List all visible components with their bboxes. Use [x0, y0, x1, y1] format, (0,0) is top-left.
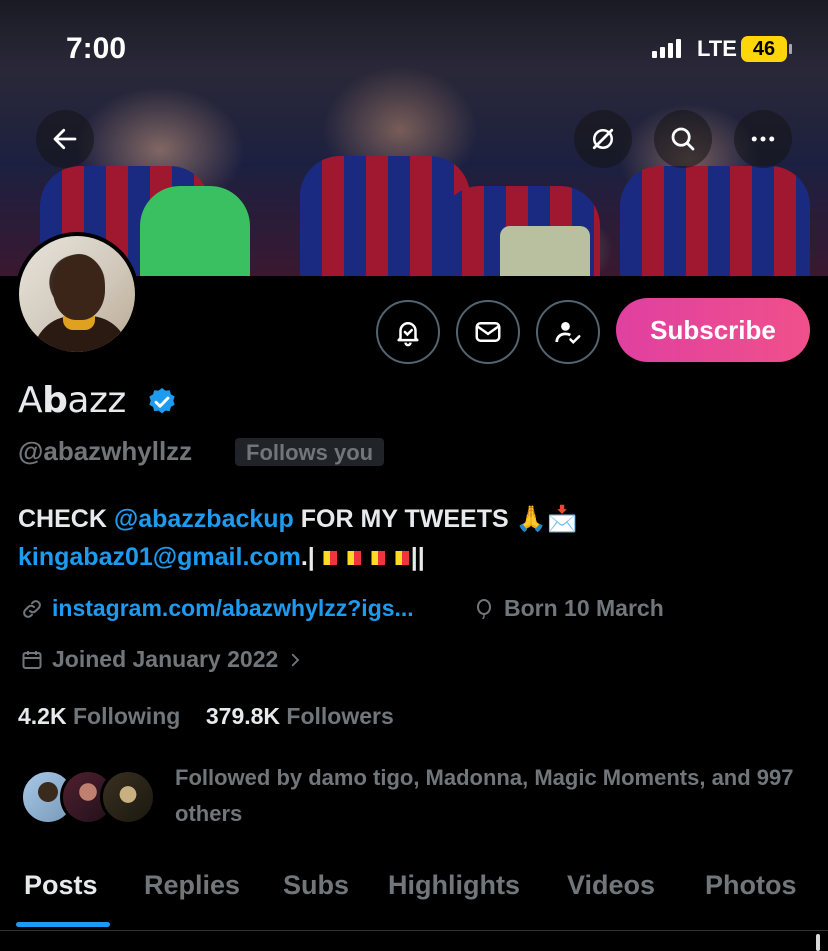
bio-email-link[interactable]: kingabaz01@gmail.com [18, 543, 301, 571]
balloon-icon [477, 598, 491, 619]
followed-by-text[interactable]: Followed by damo tigo, Madonna, Magic Mo… [175, 760, 805, 832]
tab-subs[interactable]: Subs [283, 870, 349, 901]
more-button[interactable] [734, 110, 792, 168]
profile-website[interactable]: instagram.com/abazwhylzz?igs... [20, 595, 414, 622]
bio-mention-link[interactable]: @abazzbackup [114, 505, 294, 533]
calendar-icon [22, 650, 42, 669]
grok-button[interactable] [574, 110, 632, 168]
person-check-icon [555, 322, 581, 345]
battery-icon: 46 [741, 36, 792, 62]
follows-you-badge: Follows you [235, 438, 385, 466]
tab-replies[interactable]: Replies [144, 870, 240, 901]
avatar[interactable] [15, 232, 139, 356]
follower-avatar[interactable] [100, 769, 156, 825]
bell-check-icon [397, 322, 419, 347]
belgium-flag-icon [388, 551, 409, 566]
chevron-right-icon [292, 653, 300, 666]
link-icon [23, 599, 41, 618]
verified-badge-icon[interactable] [146, 386, 178, 418]
tab-posts[interactable]: Posts [24, 870, 98, 901]
message-button[interactable] [456, 300, 520, 364]
status-bar: 7:00 LTE 46 [0, 30, 828, 70]
profile-bio: CHECK @abazzbackup FOR MY TWEETS 🙏📩 kinga… [18, 505, 578, 571]
profile-joined[interactable]: Joined January 2022 [20, 646, 304, 673]
scrollbar[interactable] [816, 934, 820, 951]
following-button[interactable] [536, 300, 600, 364]
joined-text: Joined January 2022 [52, 646, 279, 672]
active-tab-indicator [16, 922, 110, 927]
username-handle: @abazwhyllzz [18, 436, 193, 466]
network-label: LTE [697, 36, 737, 61]
signal-icon [652, 38, 681, 58]
tab-videos[interactable]: Videos [567, 870, 655, 901]
grok-icon [592, 128, 614, 150]
back-arrow-icon [53, 128, 77, 150]
followers-stat[interactable]: 379.8K Followers [206, 703, 394, 729]
more-dots-icon [751, 136, 775, 142]
subscribe-button[interactable]: Subscribe [616, 298, 810, 362]
follow-stats: 4.2K Following 379.8K Followers [18, 703, 394, 730]
display-name: Abazz [18, 380, 126, 421]
search-icon [671, 127, 695, 151]
back-button[interactable] [36, 110, 94, 168]
belgium-flag-icon [340, 551, 361, 566]
belgium-flag-icon [316, 551, 337, 566]
website-link[interactable]: instagram.com/abazwhylzz?igs... [52, 595, 414, 622]
tab-highlights[interactable]: Highlights [388, 870, 520, 901]
envelope-icon [475, 322, 501, 342]
search-button[interactable] [654, 110, 712, 168]
birthday-text: Born 10 March [504, 595, 664, 621]
notifications-button[interactable] [376, 300, 440, 364]
belgium-flag-icon [364, 551, 385, 566]
divider [0, 930, 828, 931]
profile-tabs: Posts Replies Subs Highlights Videos Pho… [0, 862, 828, 932]
profile-banner[interactable]: 7:00 LTE 46 [0, 0, 828, 276]
following-stat[interactable]: 4.2K Following [18, 703, 180, 729]
status-time: 7:00 [66, 32, 127, 65]
profile-birthday: Born 10 March [472, 595, 664, 622]
tab-photos[interactable]: Photos [705, 870, 797, 901]
